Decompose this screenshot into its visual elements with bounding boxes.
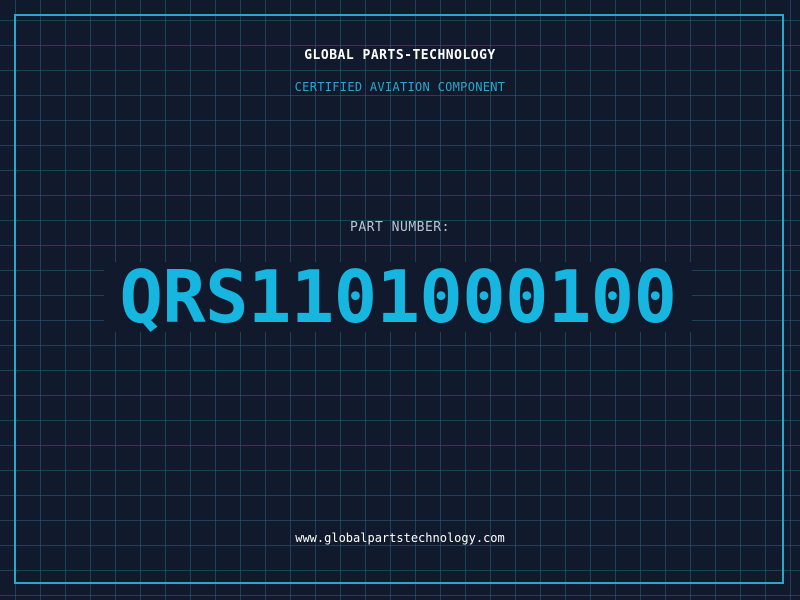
website-url: www.globalpartstechnology.com	[295, 531, 505, 545]
part-number-band: QRS1101000100	[104, 255, 692, 339]
part-number-label: PART NUMBER:	[350, 220, 450, 235]
part-number-value: QRS1101000100	[119, 255, 677, 339]
certification-tagline: CERTIFIED AVIATION COMPONENT	[294, 80, 506, 94]
company-name: GLOBAL PARTS-TECHNOLOGY	[304, 48, 496, 63]
